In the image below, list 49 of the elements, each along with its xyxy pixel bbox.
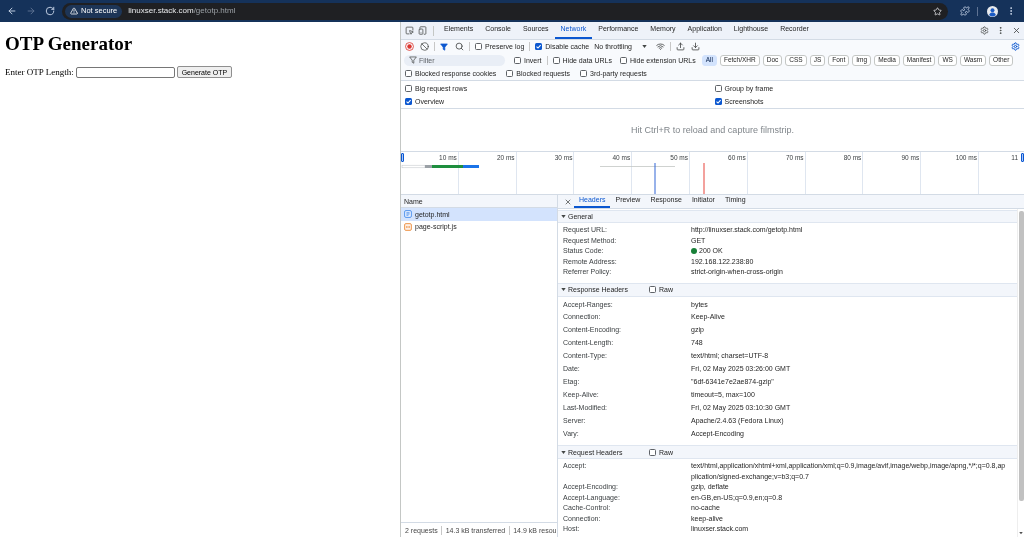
search-icon[interactable]	[455, 42, 464, 51]
upload-icon[interactable]	[676, 42, 685, 51]
network-conditions-icon[interactable]	[656, 42, 665, 51]
device-toolbar-icon[interactable]	[418, 26, 427, 35]
network-settings-icon[interactable]	[1011, 42, 1020, 51]
timeline-marker-line	[654, 163, 656, 194]
inspect-element-icon[interactable]	[405, 26, 414, 35]
timeline-marker-line	[703, 163, 705, 194]
close-icon[interactable]	[564, 197, 572, 206]
checkbox[interactable]	[475, 43, 482, 50]
document-file-icon	[404, 210, 412, 219]
bookmark-star-icon[interactable]	[933, 6, 942, 16]
close-icon[interactable]	[1012, 26, 1021, 35]
checkbox[interactable]	[619, 56, 627, 64]
checkbox[interactable]	[506, 70, 514, 77]
filmstrip-hint: Hit Ctrl+R to reload and capture filmstrip.	[631, 125, 794, 135]
clear-icon[interactable]	[420, 42, 429, 51]
script-file-icon	[404, 222, 412, 231]
checkbox[interactable]	[514, 56, 521, 64]
settings-icon[interactable]	[980, 26, 989, 35]
filter-icon[interactable]	[440, 42, 448, 51]
back-icon[interactable]	[7, 6, 17, 16]
checkbox[interactable]	[405, 70, 412, 77]
checkbox[interactable]	[649, 448, 656, 456]
url-text[interactable]: linuxser.stack.com/getotp.html	[128, 7, 236, 15]
checkbox[interactable]	[649, 286, 656, 293]
otp-length-input[interactable]	[75, 66, 175, 78]
checkbox[interactable]	[580, 70, 588, 77]
checkbox[interactable]	[714, 85, 722, 92]
more-options-icon[interactable]	[996, 26, 1005, 35]
range-handle-icon[interactable]	[401, 153, 404, 162]
expand-triangle-icon[interactable]	[561, 287, 566, 292]
profile-avatar-icon[interactable]	[987, 5, 998, 17]
reload-icon[interactable]	[45, 6, 55, 16]
scroll-down-arrow-icon[interactable]	[1019, 531, 1023, 535]
checkbox[interactable]	[405, 85, 412, 92]
page-heading: OTP Generator	[5, 34, 133, 53]
download-icon[interactable]	[691, 42, 700, 51]
range-handle-icon[interactable]	[1021, 153, 1024, 162]
dropdown-caret-icon[interactable]	[642, 44, 647, 49]
checkbox[interactable]	[552, 56, 560, 64]
otp-length-label: Enter OTP Length:	[5, 67, 74, 77]
extensions-icon[interactable]	[960, 6, 970, 16]
warning-icon	[70, 7, 78, 15]
scrollbar-thumb[interactable]	[1018, 211, 1024, 501]
expand-triangle-icon[interactable]	[561, 214, 566, 219]
filter-icon	[409, 56, 417, 64]
record-icon[interactable]	[405, 42, 414, 51]
expand-triangle-icon[interactable]	[561, 449, 566, 455]
